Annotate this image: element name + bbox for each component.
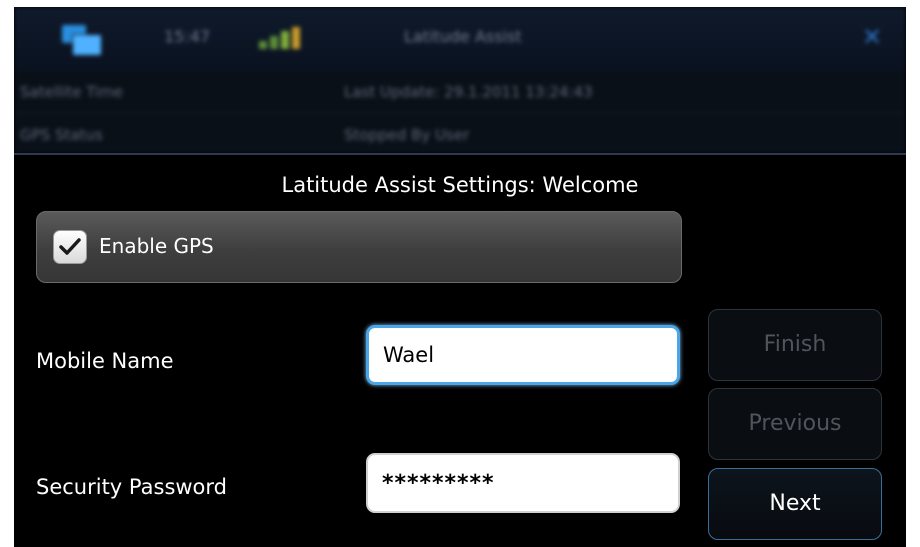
next-button[interactable]: Next [708, 468, 882, 540]
background-row-label: GPS Status [20, 126, 103, 144]
dialog-title: Latitude Assist Settings: Welcome [281, 173, 639, 197]
finish-button[interactable]: Finish [708, 309, 882, 381]
background-row: Satellite Time Last Update: 29.1.2011 13… [14, 71, 906, 111]
security-password-input[interactable] [366, 453, 680, 513]
background-row-label: Satellite Time [20, 83, 123, 101]
mobile-name-label: Mobile Name [36, 349, 174, 373]
checkmark-icon [59, 238, 81, 255]
enable-gps-checkbox-row[interactable]: Enable GPS [36, 211, 682, 283]
previous-button[interactable]: Previous [708, 388, 882, 460]
background-row-value: Stopped By User [344, 126, 470, 144]
background-app: 15:47 Latitude Assist ✕ Satellite Time L… [14, 7, 906, 154]
background-row-value: Last Update: 29.1.2011 13:24:43 [344, 83, 593, 101]
status-bar: 15:47 Latitude Assist ✕ [14, 7, 906, 69]
background-row: GPS Status Stopped By User [14, 113, 906, 154]
app-title[interactable]: Latitude Assist [404, 27, 522, 46]
status-time: 15:47 [164, 27, 211, 46]
device-screen: 15:47 Latitude Assist ✕ Satellite Time L… [14, 7, 906, 547]
task-switcher-icon[interactable] [62, 25, 102, 56]
security-password-label: Security Password [36, 475, 227, 499]
settings-dialog: Latitude Assist Settings: Welcome Enable… [14, 153, 906, 547]
signal-battery-icon [259, 25, 329, 49]
mobile-name-input[interactable] [366, 325, 680, 385]
enable-gps-checkbox[interactable] [53, 230, 87, 264]
enable-gps-label: Enable GPS [99, 234, 214, 258]
close-icon[interactable]: ✕ [862, 23, 882, 51]
